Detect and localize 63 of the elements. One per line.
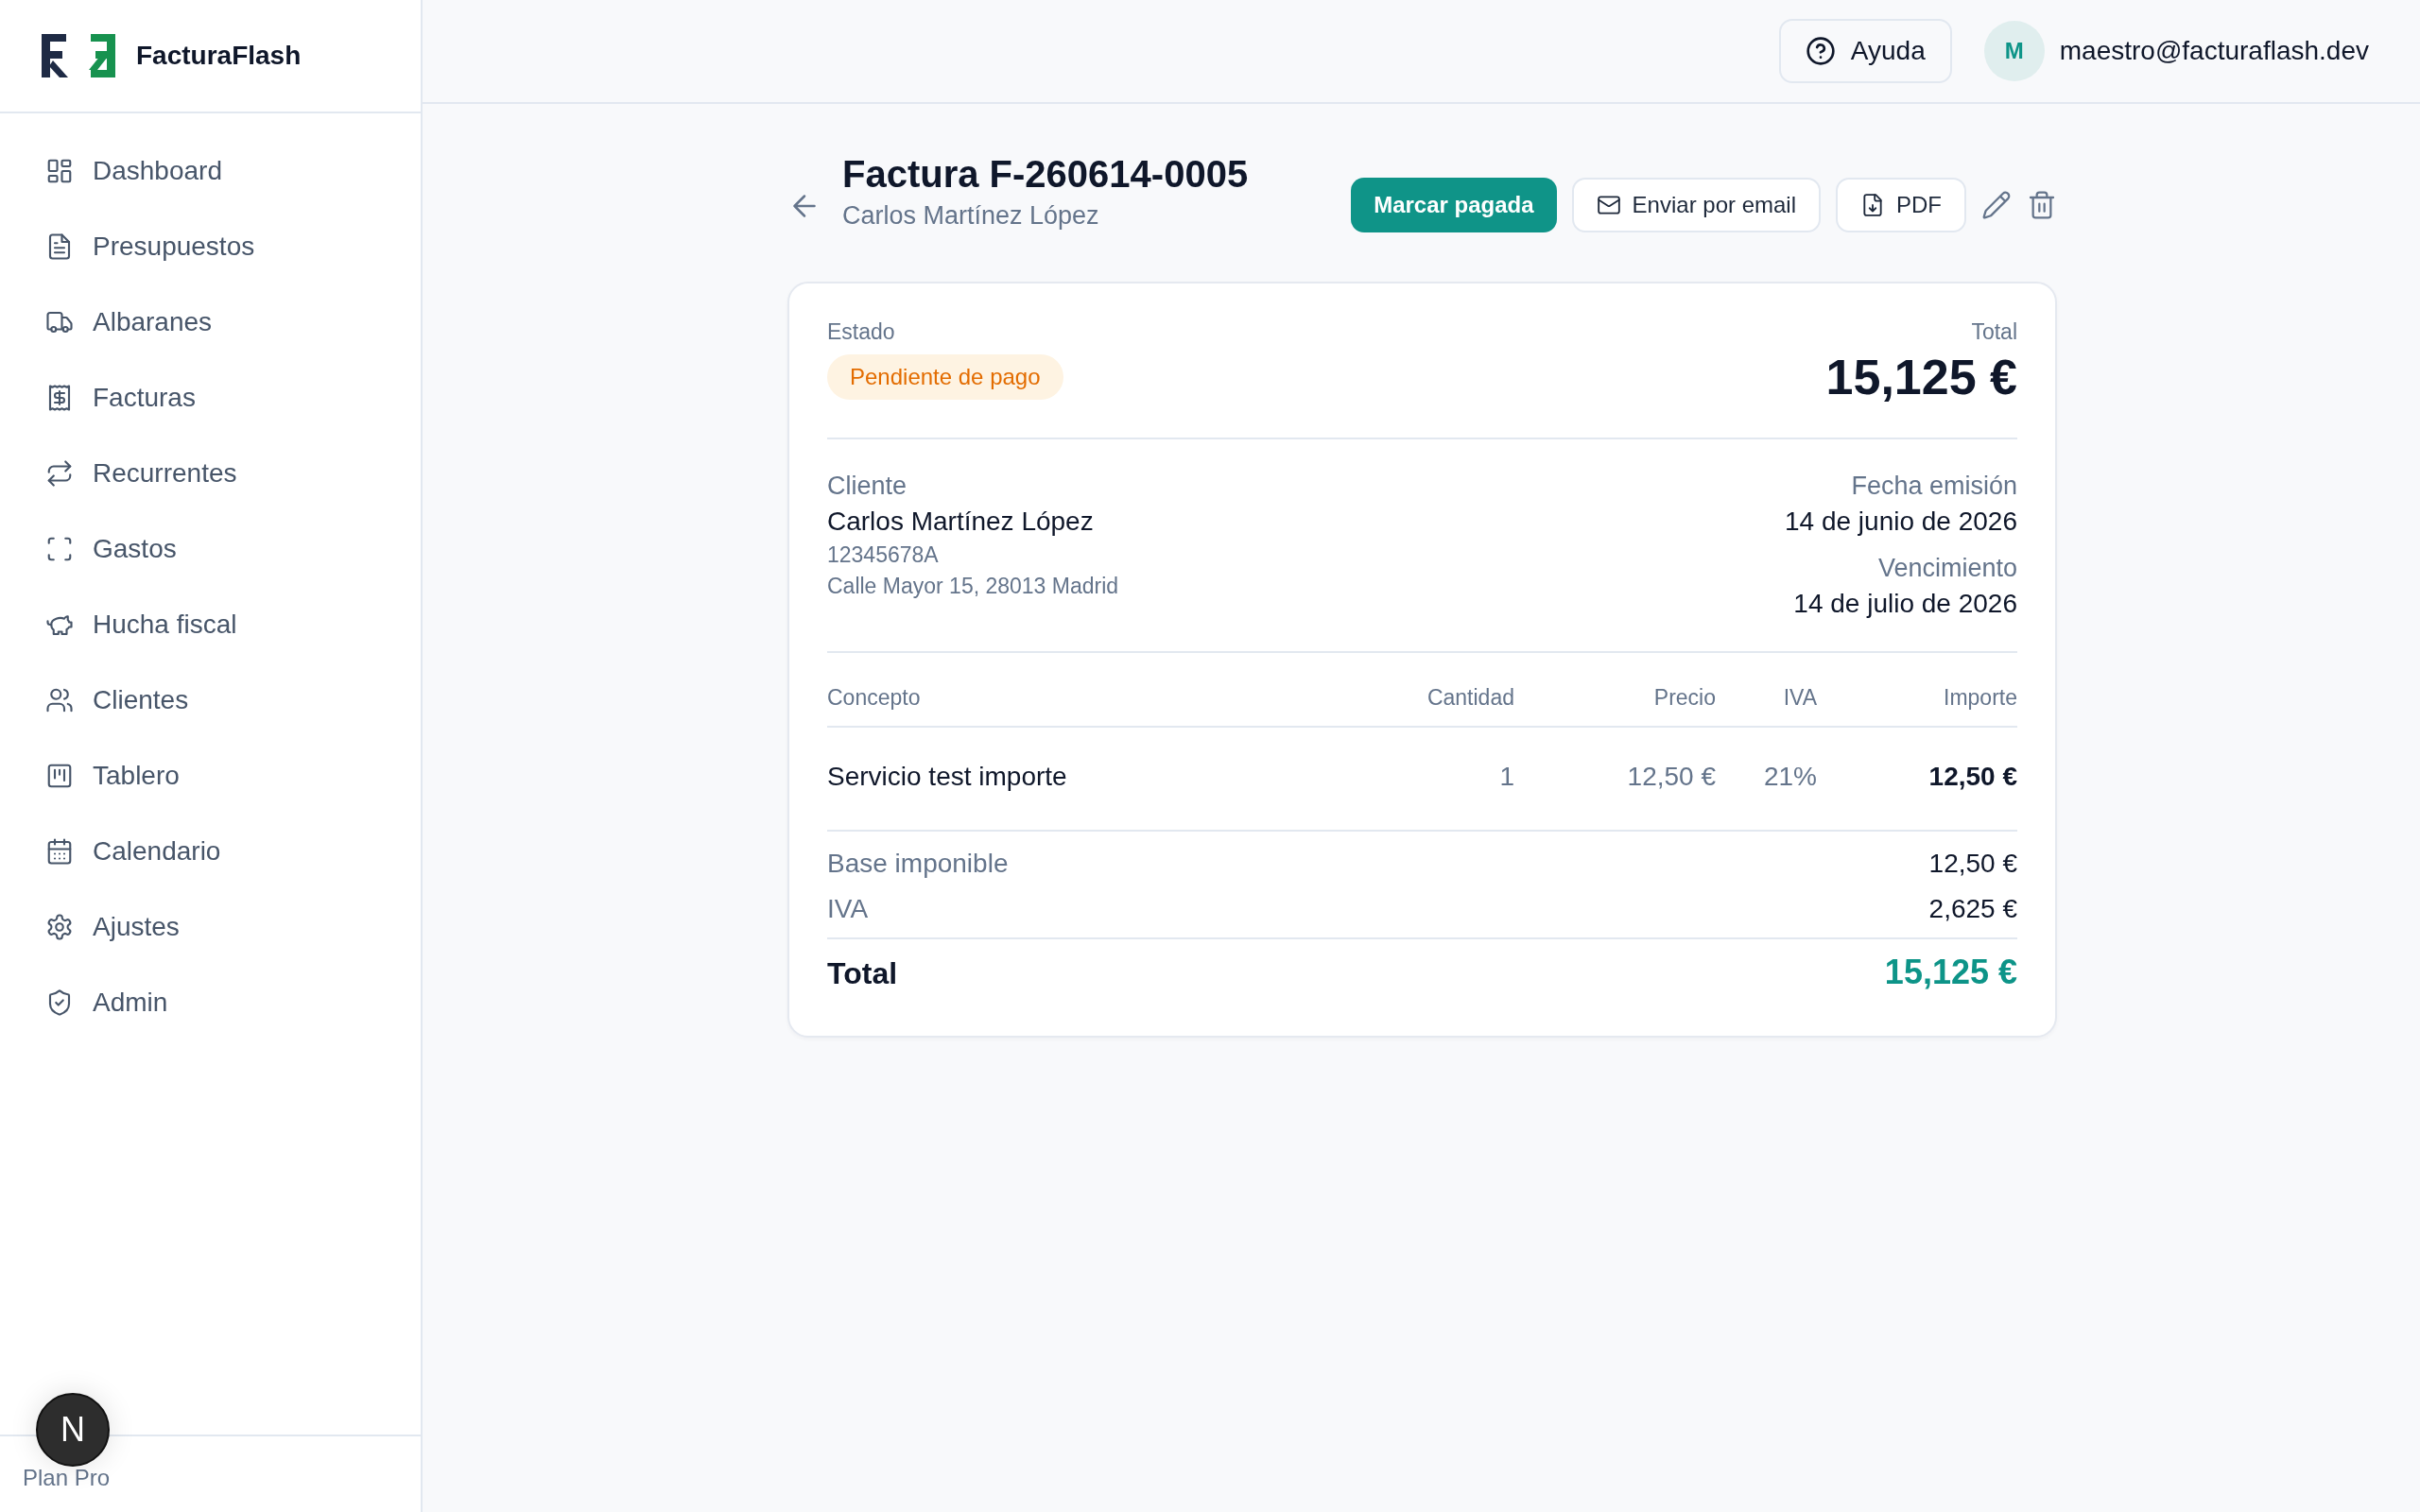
date-value: 14 de junio de 2026 xyxy=(1785,507,2017,537)
edit-icon[interactable] xyxy=(1981,190,2012,220)
kanban-icon xyxy=(45,762,74,790)
brand-name: FacturaFlash xyxy=(136,41,302,71)
envelope-icon xyxy=(1596,193,1621,217)
dashboard-icon xyxy=(45,157,74,185)
column-header: IVA xyxy=(1716,653,1817,728)
client-name: Carlos Martínez López xyxy=(827,507,1095,537)
sidebar-item[interactable]: Tablero xyxy=(0,738,421,814)
total-label: Total xyxy=(1971,319,2017,345)
date-label: Fecha emisión xyxy=(1851,472,2017,501)
users-icon xyxy=(45,686,74,714)
table-cell: 1 xyxy=(1363,728,1514,832)
table-cell: Servicio test importe xyxy=(827,728,1363,832)
user-email: maestro@facturaflash.dev xyxy=(2059,36,2369,66)
pdf-button[interactable]: PDF xyxy=(1836,178,1966,232)
date-label: Vencimiento xyxy=(1877,554,2017,583)
calendar-icon xyxy=(45,837,74,866)
logo-icon xyxy=(40,32,117,79)
plan-label: Plan Pro xyxy=(23,1465,111,1491)
email-button[interactable]: Enviar por email xyxy=(1571,178,1821,232)
mark-paid-button[interactable]: Marcar pagada xyxy=(1351,178,1557,232)
table-cell: 21% xyxy=(1716,728,1817,832)
tax-id: 12345678A xyxy=(827,542,940,568)
grand-total-label: Total xyxy=(827,956,898,991)
subtotal-value: 12,50 € xyxy=(1928,849,2017,879)
scan-icon xyxy=(45,535,74,563)
grand-total-value: 15,125 € xyxy=(1884,953,2017,992)
status-label: Estado xyxy=(827,319,896,345)
sidebar-item[interactable]: Clientes xyxy=(0,662,421,738)
settings-icon xyxy=(45,913,74,941)
column-header: Cantidad xyxy=(1363,653,1514,728)
sidebar-item[interactable]: Gastos xyxy=(0,511,421,587)
invoice-title: Factura F-260614-0005 xyxy=(842,153,1250,196)
subtotal-label: IVA xyxy=(827,894,869,924)
sidebar-item[interactable]: Recurrentes xyxy=(0,436,421,511)
sidebar-item[interactable]: Presupuestos xyxy=(0,209,421,284)
file-download-icon xyxy=(1860,193,1885,217)
column-header: Concepto xyxy=(827,653,1363,728)
column-header: Precio xyxy=(1514,653,1716,728)
subtotal-value: 2,625 € xyxy=(1928,894,2017,924)
help-button[interactable]: Ayuda xyxy=(1778,19,1952,83)
subtotal-label: Base imponible xyxy=(827,849,1009,879)
sidebar-item[interactable]: Dashboard xyxy=(0,133,421,209)
status-badge: Pendiente de pago xyxy=(827,354,1063,400)
sidebar-item[interactable]: Ajustes xyxy=(0,889,421,965)
total-amount: 15,125 € xyxy=(1825,349,2017,405)
table-cell: 12,50 € xyxy=(1817,728,2017,832)
help-icon xyxy=(1805,36,1836,66)
trash-icon[interactable] xyxy=(2027,190,2057,220)
table-cell: 12,50 € xyxy=(1514,728,1716,832)
client-label: Cliente xyxy=(827,472,908,501)
dev-tools-button[interactable]: N xyxy=(36,1393,110,1467)
client-subtitle: Carlos Martínez López xyxy=(842,201,1100,231)
sidebar-item[interactable]: Admin xyxy=(0,965,421,1040)
sidebar-item[interactable]: Calendario xyxy=(0,814,421,889)
sidebar-item[interactable]: Facturas xyxy=(0,360,421,436)
sidebar-item[interactable]: Albaranes xyxy=(0,284,421,360)
client-address: Calle Mayor 15, 28013 Madrid xyxy=(827,574,1119,599)
sidebar-item[interactable]: Hucha fiscal xyxy=(0,587,421,662)
date-value: 14 de julio de 2026 xyxy=(1793,589,2017,619)
repeat-icon xyxy=(45,459,74,488)
column-header: Importe xyxy=(1817,653,2017,728)
